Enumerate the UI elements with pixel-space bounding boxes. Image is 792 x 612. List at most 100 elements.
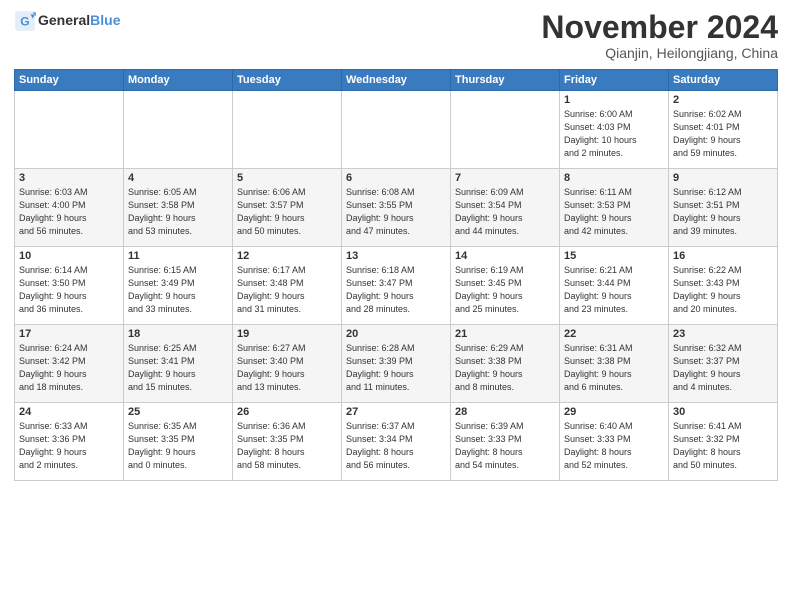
day-info: Sunrise: 6:28 AM Sunset: 3:39 PM Dayligh…	[346, 342, 446, 394]
calendar-cell: 17 Sunrise: 6:24 AM Sunset: 3:42 PM Dayli…	[15, 325, 124, 403]
calendar-cell: 2Sunrise: 6:02 AM Sunset: 4:01 PM Daylig…	[669, 91, 778, 169]
calendar-cell: 18Sunrise: 6:25 AM Sunset: 3:41 PM Dayli…	[124, 325, 233, 403]
day-info: Sunrise: 6:00 AM Sunset: 4:03 PM Dayligh…	[564, 108, 664, 160]
day-number: 10	[19, 250, 119, 262]
svg-text:G: G	[20, 14, 29, 28]
calendar-cell: 5 Sunrise: 6:06 AM Sunset: 3:57 PM Daylig…	[233, 169, 342, 247]
calendar-cell	[451, 91, 560, 169]
calendar-body: 1Sunrise: 6:00 AM Sunset: 4:03 PM Daylig…	[15, 91, 778, 481]
day-info: Sunrise: 6:21 AM Sunset: 3:44 PM Dayligh…	[564, 264, 664, 316]
calendar-cell: 20 Sunrise: 6:28 AM Sunset: 3:39 PM Dayli…	[342, 325, 451, 403]
day-info: Sunrise: 6:14 AM Sunset: 3:50 PM Dayligh…	[19, 264, 119, 316]
day-info: Sunrise: 6:11 AM Sunset: 3:53 PM Dayligh…	[564, 186, 664, 238]
dow-wednesday: Wednesday	[342, 70, 451, 91]
day-number: 15	[564, 250, 664, 262]
day-number: 24	[19, 406, 119, 418]
day-info: Sunrise: 6:03 AM Sunset: 4:00 PM Dayligh…	[19, 186, 119, 238]
day-number: 4	[128, 172, 228, 184]
week-row-1: 3 Sunrise: 6:03 AM Sunset: 4:00 PM Daylig…	[15, 169, 778, 247]
logo-general: General	[38, 12, 90, 28]
calendar-cell: 1Sunrise: 6:00 AM Sunset: 4:03 PM Daylig…	[560, 91, 669, 169]
day-number: 19	[237, 328, 337, 340]
day-info: Sunrise: 6:39 AM Sunset: 3:33 PM Dayligh…	[455, 420, 555, 472]
dow-thursday: Thursday	[451, 70, 560, 91]
calendar-cell: 3 Sunrise: 6:03 AM Sunset: 4:00 PM Daylig…	[15, 169, 124, 247]
calendar-cell: 14 Sunrise: 6:19 AM Sunset: 3:45 PM Dayli…	[451, 247, 560, 325]
day-info: Sunrise: 6:12 AM Sunset: 3:51 PM Dayligh…	[673, 186, 773, 238]
day-number: 26	[237, 406, 337, 418]
page-container: G GeneralBlue November 2024 Qianjin, Hei…	[0, 0, 792, 489]
calendar-cell: 6 Sunrise: 6:08 AM Sunset: 3:55 PM Daylig…	[342, 169, 451, 247]
calendar-cell: 12 Sunrise: 6:17 AM Sunset: 3:48 PM Dayli…	[233, 247, 342, 325]
calendar-cell: 8 Sunrise: 6:11 AM Sunset: 3:53 PM Daylig…	[560, 169, 669, 247]
calendar-cell: 7Sunrise: 6:09 AM Sunset: 3:54 PM Daylig…	[451, 169, 560, 247]
calendar-cell: 26 Sunrise: 6:36 AM Sunset: 3:35 PM Dayli…	[233, 403, 342, 481]
day-number: 20	[346, 328, 446, 340]
dow-saturday: Saturday	[669, 70, 778, 91]
logo-blue: Blue	[90, 12, 120, 28]
calendar-cell: 21 Sunrise: 6:29 AM Sunset: 3:38 PM Dayli…	[451, 325, 560, 403]
day-number: 7	[455, 172, 555, 184]
day-info: Sunrise: 6:02 AM Sunset: 4:01 PM Dayligh…	[673, 108, 773, 160]
day-number: 17	[19, 328, 119, 340]
location-title: Qianjin, Heilongjiang, China	[541, 45, 778, 61]
calendar-cell	[233, 91, 342, 169]
day-number: 5	[237, 172, 337, 184]
day-number: 3	[19, 172, 119, 184]
day-number: 12	[237, 250, 337, 262]
day-number: 23	[673, 328, 773, 340]
week-row-4: 24 Sunrise: 6:33 AM Sunset: 3:36 PM Dayli…	[15, 403, 778, 481]
day-info: Sunrise: 6:17 AM Sunset: 3:48 PM Dayligh…	[237, 264, 337, 316]
calendar-cell: 9 Sunrise: 6:12 AM Sunset: 3:51 PM Daylig…	[669, 169, 778, 247]
day-number: 22	[564, 328, 664, 340]
day-info: Sunrise: 6:19 AM Sunset: 3:45 PM Dayligh…	[455, 264, 555, 316]
calendar-cell: 15 Sunrise: 6:21 AM Sunset: 3:44 PM Dayli…	[560, 247, 669, 325]
dow-monday: Monday	[124, 70, 233, 91]
calendar-cell: 27Sunrise: 6:37 AM Sunset: 3:34 PM Dayli…	[342, 403, 451, 481]
calendar-cell: 25Sunrise: 6:35 AM Sunset: 3:35 PM Dayli…	[124, 403, 233, 481]
day-number: 8	[564, 172, 664, 184]
day-info: Sunrise: 6:05 AM Sunset: 3:58 PM Dayligh…	[128, 186, 228, 238]
day-number: 30	[673, 406, 773, 418]
day-info: Sunrise: 6:40 AM Sunset: 3:33 PM Dayligh…	[564, 420, 664, 472]
day-info: Sunrise: 6:24 AM Sunset: 3:42 PM Dayligh…	[19, 342, 119, 394]
calendar-cell: 13Sunrise: 6:18 AM Sunset: 3:47 PM Dayli…	[342, 247, 451, 325]
day-number: 27	[346, 406, 446, 418]
calendar-cell: 10 Sunrise: 6:14 AM Sunset: 3:50 PM Dayli…	[15, 247, 124, 325]
day-of-week-header: SundayMondayTuesdayWednesdayThursdayFrid…	[15, 70, 778, 91]
calendar-cell: 4 Sunrise: 6:05 AM Sunset: 3:58 PM Daylig…	[124, 169, 233, 247]
calendar-cell: 29 Sunrise: 6:40 AM Sunset: 3:33 PM Dayli…	[560, 403, 669, 481]
day-info: Sunrise: 6:33 AM Sunset: 3:36 PM Dayligh…	[19, 420, 119, 472]
day-number: 9	[673, 172, 773, 184]
day-number: 21	[455, 328, 555, 340]
calendar-cell	[15, 91, 124, 169]
day-number: 16	[673, 250, 773, 262]
week-row-0: 1Sunrise: 6:00 AM Sunset: 4:03 PM Daylig…	[15, 91, 778, 169]
day-number: 29	[564, 406, 664, 418]
day-info: Sunrise: 6:32 AM Sunset: 3:37 PM Dayligh…	[673, 342, 773, 394]
header: G GeneralBlue November 2024 Qianjin, Hei…	[14, 10, 778, 61]
day-info: Sunrise: 6:22 AM Sunset: 3:43 PM Dayligh…	[673, 264, 773, 316]
day-info: Sunrise: 6:27 AM Sunset: 3:40 PM Dayligh…	[237, 342, 337, 394]
day-info: Sunrise: 6:29 AM Sunset: 3:38 PM Dayligh…	[455, 342, 555, 394]
day-info: Sunrise: 6:08 AM Sunset: 3:55 PM Dayligh…	[346, 186, 446, 238]
day-number: 14	[455, 250, 555, 262]
calendar-cell: 22Sunrise: 6:31 AM Sunset: 3:38 PM Dayli…	[560, 325, 669, 403]
day-info: Sunrise: 6:36 AM Sunset: 3:35 PM Dayligh…	[237, 420, 337, 472]
day-info: Sunrise: 6:06 AM Sunset: 3:57 PM Dayligh…	[237, 186, 337, 238]
calendar-cell: 24 Sunrise: 6:33 AM Sunset: 3:36 PM Dayli…	[15, 403, 124, 481]
day-number: 13	[346, 250, 446, 262]
logo: G GeneralBlue	[14, 10, 120, 32]
calendar-cell: 16 Sunrise: 6:22 AM Sunset: 3:43 PM Dayli…	[669, 247, 778, 325]
week-row-3: 17 Sunrise: 6:24 AM Sunset: 3:42 PM Dayli…	[15, 325, 778, 403]
day-number: 6	[346, 172, 446, 184]
calendar-cell: 23 Sunrise: 6:32 AM Sunset: 3:37 PM Dayli…	[669, 325, 778, 403]
day-info: Sunrise: 6:35 AM Sunset: 3:35 PM Dayligh…	[128, 420, 228, 472]
title-area: November 2024 Qianjin, Heilongjiang, Chi…	[541, 10, 778, 61]
day-info: Sunrise: 6:15 AM Sunset: 3:49 PM Dayligh…	[128, 264, 228, 316]
calendar-cell: 28 Sunrise: 6:39 AM Sunset: 3:33 PM Dayli…	[451, 403, 560, 481]
month-title: November 2024	[541, 10, 778, 45]
day-number: 28	[455, 406, 555, 418]
dow-friday: Friday	[560, 70, 669, 91]
day-info: Sunrise: 6:25 AM Sunset: 3:41 PM Dayligh…	[128, 342, 228, 394]
